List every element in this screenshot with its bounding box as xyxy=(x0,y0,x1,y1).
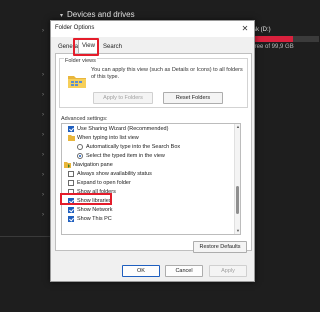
cancel-button[interactable]: Cancel xyxy=(165,265,203,277)
chevron-down-icon: ▾ xyxy=(60,13,64,19)
chevron-right-icon[interactable]: › xyxy=(42,192,44,198)
tree-item-sharing-wizard[interactable]: Use Sharing Wizard (Recommended) xyxy=(66,125,231,133)
tree-item-label: Always show availability status xyxy=(77,171,152,177)
tree-item-label: Navigation pane xyxy=(73,162,113,168)
ok-button[interactable]: OK xyxy=(122,265,160,277)
tree-item-show-this-pc[interactable]: Show This PC xyxy=(66,215,231,223)
tree-item-label: Expand to open folder xyxy=(77,180,131,186)
chevron-right-icon[interactable]: › xyxy=(42,212,44,218)
checkbox[interactable] xyxy=(68,207,74,213)
drive-usage-fill xyxy=(253,36,293,42)
tree-item-auto-type-search[interactable]: Automatically type into the Search Box xyxy=(66,143,231,151)
folder-icon xyxy=(68,76,86,88)
tree-item-expand-folder[interactable]: Expand to open folder xyxy=(66,179,231,187)
tree-item-label: Show Network xyxy=(77,207,113,213)
devices-header-label: Devices and drives xyxy=(67,10,135,19)
folder-icon xyxy=(68,135,75,141)
navigation-pane-icon xyxy=(64,162,71,168)
tree-item-typing-list-view: When typing into list view xyxy=(66,134,231,142)
scroll-up-icon[interactable]: ▲ xyxy=(235,124,240,130)
tree-item-availability-status[interactable]: Always show availability status xyxy=(66,170,231,178)
drive-name[interactable]: sk (D:) xyxy=(253,27,271,33)
tree-item-label: Show This PC xyxy=(77,216,112,222)
view-tab-panel: Folder views You can apply this view (su… xyxy=(55,53,252,253)
apply-to-folders-button[interactable]: Apply to Folders xyxy=(93,92,153,104)
show-libraries-highlight xyxy=(60,193,112,205)
checkbox[interactable] xyxy=(68,126,74,132)
reset-folders-button[interactable]: Reset Folders xyxy=(163,92,223,104)
scrollbar-thumb[interactable] xyxy=(236,186,239,214)
folder-options-dialog: Folder Options ✕ General View Search Fol… xyxy=(50,20,255,282)
checkbox[interactable] xyxy=(68,171,74,177)
advanced-settings-label: Advanced settings: xyxy=(61,116,108,122)
title-bar[interactable]: Folder Options ✕ xyxy=(51,21,254,37)
tree-item-navigation-pane: Navigation pane xyxy=(64,161,229,169)
dialog-title: Folder Options xyxy=(55,25,95,31)
folder-views-group: Folder views You can apply this view (su… xyxy=(59,58,248,108)
tree-item-label: Select the typed item in the view xyxy=(86,153,165,159)
tree-item-label: Use Sharing Wizard (Recommended) xyxy=(77,126,169,132)
drive-free-space: free of 99,9 GB xyxy=(253,44,294,50)
divider xyxy=(0,236,50,237)
tree-item-label: When typing into list view xyxy=(77,135,139,141)
tab-search[interactable]: Search xyxy=(100,41,125,53)
folder-views-description: You can apply this view (such as Details… xyxy=(91,67,243,80)
restore-defaults-button[interactable]: Restore Defaults xyxy=(193,241,247,253)
nav-pane: › › › › › › › › › xyxy=(0,20,50,250)
checkbox[interactable] xyxy=(68,216,74,222)
close-icon[interactable]: ✕ xyxy=(240,24,250,34)
tree-item-show-network[interactable]: Show Network xyxy=(66,206,231,214)
tree-item-label: Automatically type into the Search Box xyxy=(86,144,181,150)
radio-button[interactable] xyxy=(77,153,83,159)
chevron-right-icon[interactable]: › xyxy=(42,112,44,118)
apply-button[interactable]: Apply xyxy=(209,265,247,277)
devices-header[interactable]: ▾ Devices and drives xyxy=(60,10,135,19)
chevron-right-icon[interactable]: › xyxy=(42,172,44,178)
chevron-right-icon[interactable]: › xyxy=(42,92,44,98)
tree-scrollbar[interactable]: ▲ ▼ xyxy=(234,124,240,234)
chevron-right-icon[interactable]: › xyxy=(42,152,44,158)
scroll-down-icon[interactable]: ▼ xyxy=(235,228,240,234)
drive-usage-bar xyxy=(253,36,319,42)
checkbox[interactable] xyxy=(68,180,74,186)
tree-item-select-typed[interactable]: Select the typed item in the view xyxy=(66,152,231,160)
chevron-right-icon[interactable]: › xyxy=(42,132,44,138)
folder-views-label: Folder views xyxy=(64,58,97,64)
advanced-settings-tree[interactable]: Use Sharing Wizard (Recommended) When ty… xyxy=(61,123,241,235)
chevron-right-icon[interactable]: › xyxy=(42,28,44,34)
radio-button[interactable] xyxy=(77,144,83,150)
chevron-right-icon[interactable]: › xyxy=(42,72,44,78)
view-tab-highlight xyxy=(73,38,99,56)
